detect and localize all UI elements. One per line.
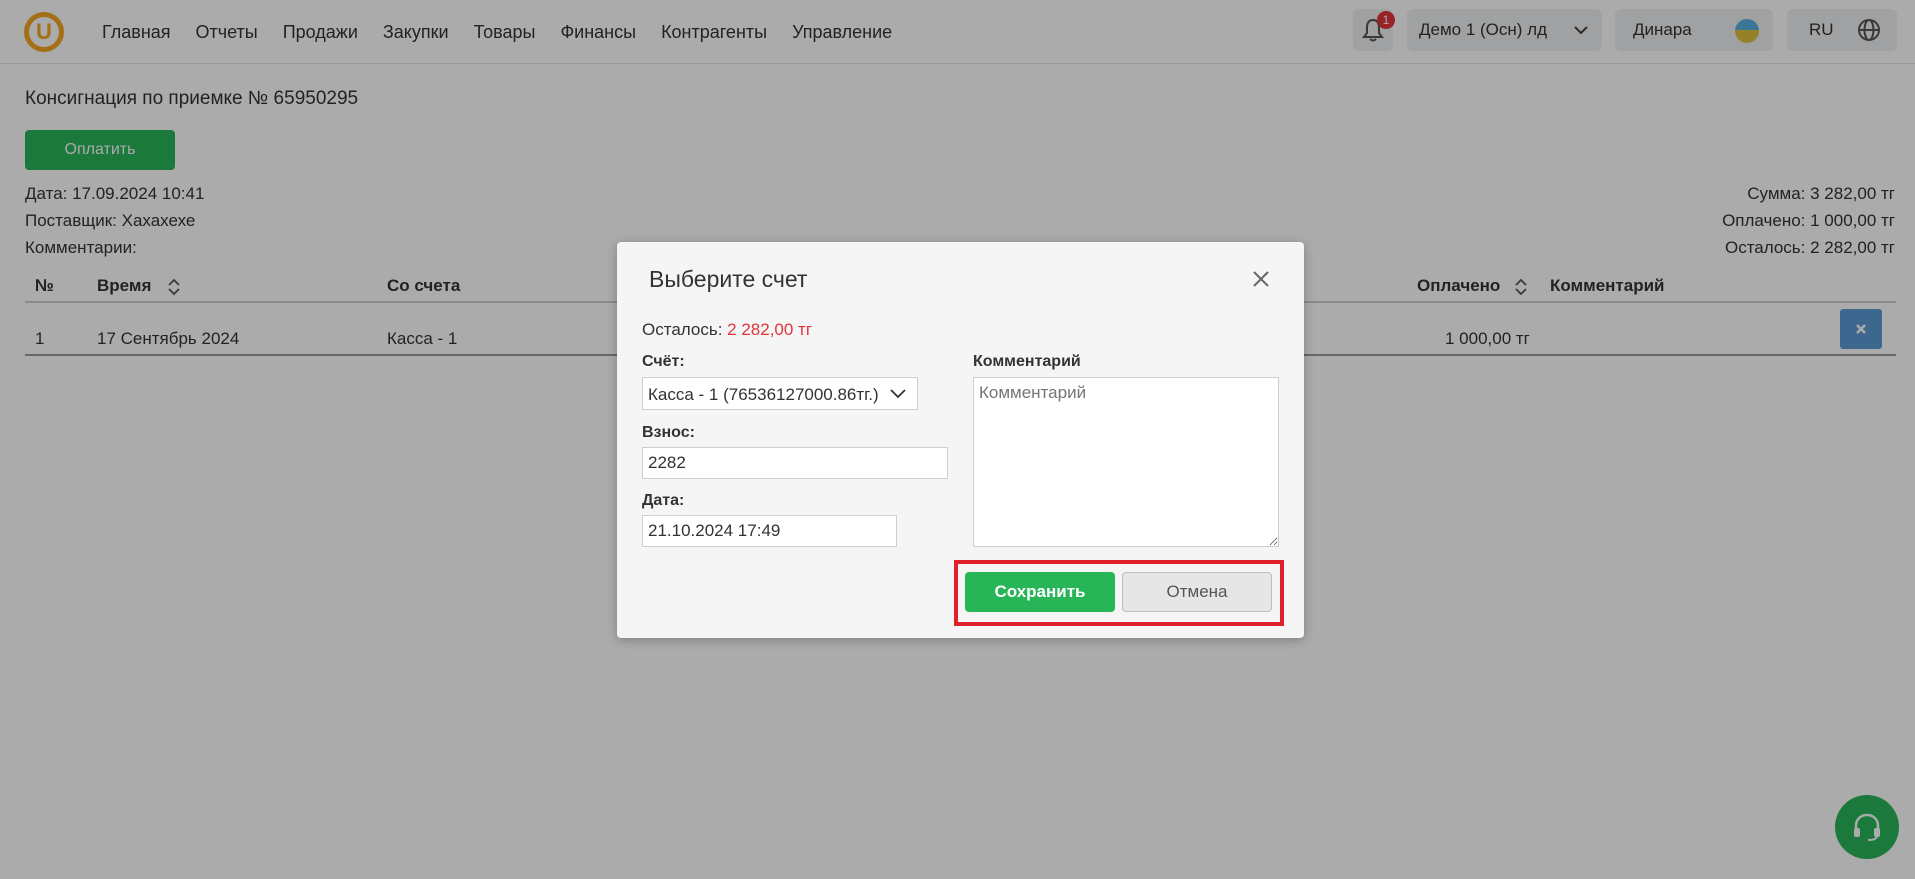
remaining-value: 2 282,00 тг — [727, 320, 813, 339]
deposit-input[interactable] — [642, 447, 948, 479]
save-button[interactable]: Сохранить — [965, 572, 1115, 612]
account-select-value: Касса - 1 (76536127000.86тг.) — [648, 385, 879, 404]
date-input[interactable] — [642, 515, 897, 547]
comment-textarea[interactable] — [973, 377, 1279, 547]
date-label: Дата: — [642, 492, 685, 509]
account-select[interactable]: Касса - 1 (76536127000.86тг.) — [642, 377, 918, 410]
dialog-title: Выберите счет — [649, 266, 808, 292]
remaining-amount: Осталось: 2 282,00 тг — [642, 320, 812, 340]
remaining-label: Осталось: — [642, 320, 723, 339]
cancel-button[interactable]: Отмена — [1122, 572, 1272, 612]
account-label: Счёт: — [642, 353, 685, 370]
deposit-label: Взнос: — [642, 424, 695, 441]
comment-label: Комментарий — [973, 353, 1081, 370]
close-icon[interactable] — [1252, 270, 1270, 288]
chevron-down-icon — [890, 389, 906, 399]
select-account-dialog: Выберите счет Осталось: 2 282,00 тг Счёт… — [617, 242, 1304, 638]
